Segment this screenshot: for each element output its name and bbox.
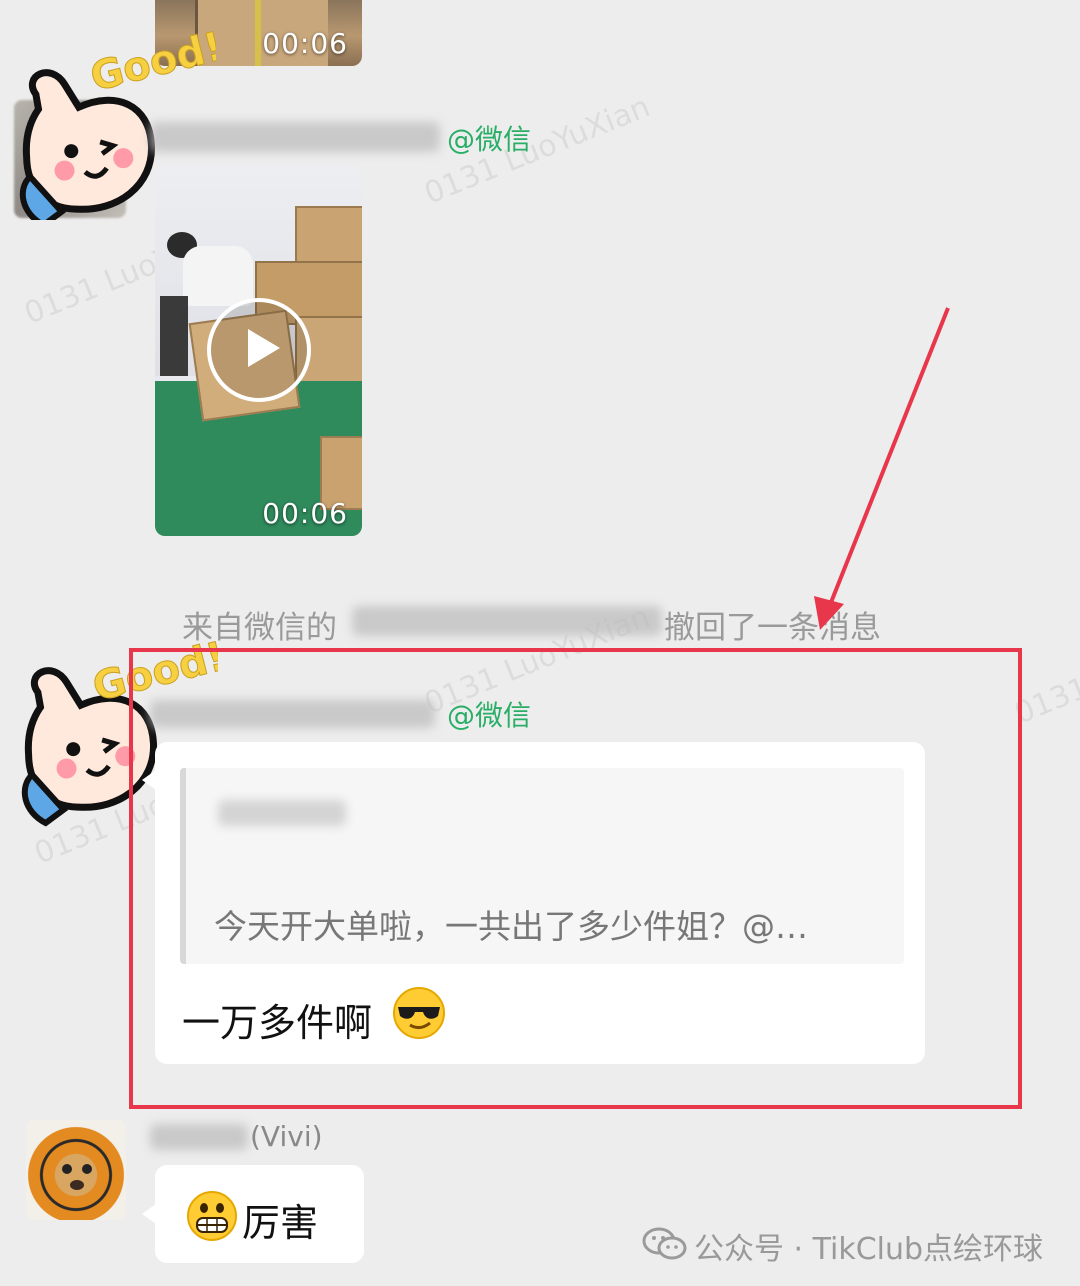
grin-emoji bbox=[187, 1191, 237, 1241]
sender-name-blurred bbox=[150, 1124, 248, 1150]
play-icon[interactable] bbox=[207, 298, 311, 402]
sender-nickname: (Vivi) bbox=[250, 1120, 323, 1153]
footer-label: 公众号 · TikClub点绘环球 bbox=[694, 1232, 1044, 1267]
avatar[interactable] bbox=[26, 1120, 126, 1220]
arrow-icon bbox=[814, 307, 950, 630]
sticker-good-label: Good! bbox=[86, 30, 216, 101]
video-duration: 00:06 bbox=[262, 27, 348, 60]
sender-source-tag: @微信 bbox=[447, 123, 532, 156]
sender-name-blurred bbox=[150, 122, 440, 152]
wechat-icon bbox=[642, 1227, 687, 1260]
highlight-box bbox=[129, 648, 1022, 1109]
bubble-tail bbox=[142, 1204, 156, 1224]
message-text: 厉害 bbox=[242, 1201, 319, 1245]
video-duration: 00:06 bbox=[262, 497, 348, 530]
recalled-user-name-blurred bbox=[352, 606, 662, 636]
video-message[interactable]: 00:06 bbox=[155, 166, 362, 536]
